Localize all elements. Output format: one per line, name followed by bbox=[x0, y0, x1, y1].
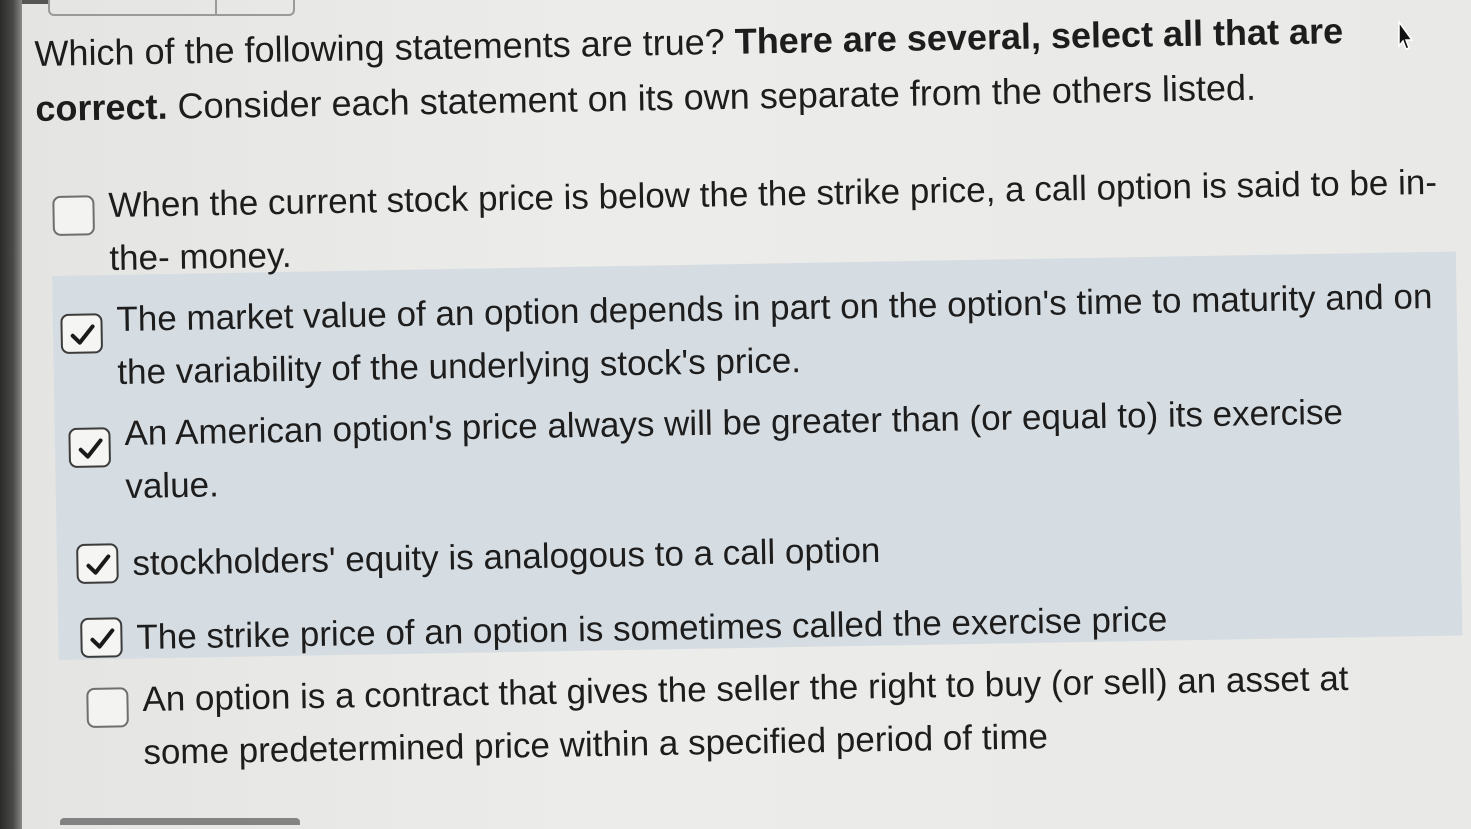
choice-text: The market value of an option depends in… bbox=[116, 277, 1433, 393]
choice-checkbox[interactable] bbox=[86, 687, 129, 728]
answer-choice[interactable]: The strike price of an option is sometim… bbox=[80, 588, 1460, 658]
choice-text: An option is a contract that gives the s… bbox=[142, 658, 1349, 773]
choice-checkbox[interactable] bbox=[80, 617, 123, 658]
choice-checkbox[interactable] bbox=[60, 313, 104, 354]
quiz-page: Which of the following statements are tr… bbox=[0, 0, 1471, 829]
checkmark-icon bbox=[78, 438, 103, 459]
answer-choice[interactable]: stockholders' equity is analogous to a c… bbox=[76, 514, 1456, 584]
choice-text: When the current stock price is below th… bbox=[108, 162, 1438, 279]
choice-checkbox[interactable] bbox=[52, 195, 95, 236]
answer-choice[interactable]: When the current stock price is below th… bbox=[52, 155, 1462, 278]
choice-text: An American option's price always will b… bbox=[124, 392, 1344, 507]
next-section-edge bbox=[60, 818, 300, 829]
checkmark-icon bbox=[90, 628, 115, 649]
choice-text: stockholders' equity is analogous to a c… bbox=[132, 530, 881, 584]
choice-checkbox[interactable] bbox=[68, 427, 112, 468]
checkmark-icon bbox=[70, 324, 95, 345]
answer-choices-list: When the current stock price is below th… bbox=[0, 0, 1471, 829]
choice-text: The strike price of an option is sometim… bbox=[136, 600, 1168, 658]
checkmark-icon bbox=[86, 554, 111, 575]
choice-checkbox[interactable] bbox=[76, 543, 119, 584]
